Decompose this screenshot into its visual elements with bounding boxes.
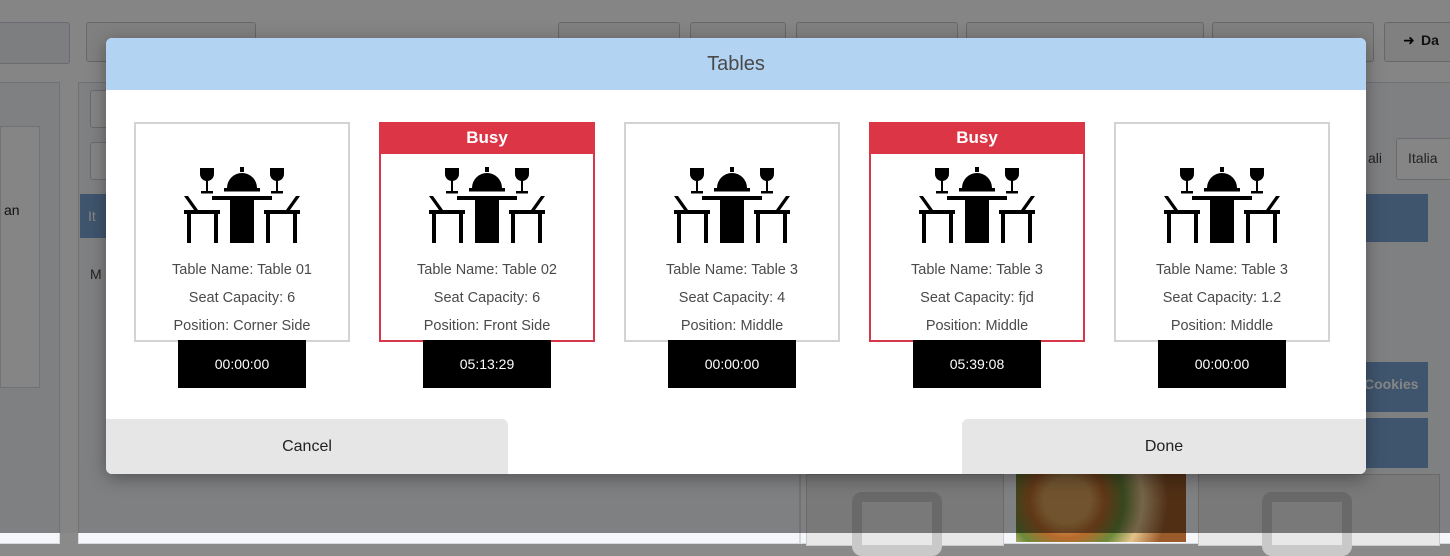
table-name: Table Name: Table 3 (666, 262, 798, 278)
table-name: Table Name: Table 3 (1156, 262, 1288, 278)
table-timer: 00:00:00 (668, 340, 796, 388)
table-list: Table Name: Table 01 Seat Capacity: 6 Po… (106, 122, 1366, 392)
table-name: Table Name: Table 3 (911, 262, 1043, 278)
seat-capacity: Seat Capacity: 4 (678, 290, 786, 306)
table-info: Table Name: Table 02 Seat Capacity: 6 Po… (381, 256, 593, 340)
table-card-box[interactable]: Table Name: Table 01 Seat Capacity: 6 Po… (134, 122, 350, 342)
seat-capacity: Seat Capacity: 1.2 (1162, 290, 1282, 306)
dining-table-icon (1164, 167, 1280, 243)
table-card-box[interactable]: Table Name: Table 3 Seat Capacity: 4 Pos… (624, 122, 840, 342)
modal-title: Tables (707, 52, 765, 75)
dining-table-icon (184, 167, 300, 243)
table-name: Table Name: Table 01 (172, 262, 312, 278)
table-info: Table Name: Table 3 Seat Capacity: 4 Pos… (626, 256, 838, 340)
seat-capacity: Seat Capacity: 6 (433, 290, 541, 306)
table-card-box[interactable]: Busy Table Name: Table 3 Seat Capacity: … (869, 122, 1085, 342)
dining-table-icon (919, 167, 1035, 243)
seat-capacity: Seat Capacity: fjd (920, 290, 1034, 306)
table-card[interactable]: Busy Table Name: Table 02 Seat Capacity:… (379, 122, 595, 388)
tables-modal: Tables Table Name: Table 01 Seat Capacit… (106, 38, 1366, 474)
modal-header: Tables (106, 38, 1366, 90)
table-timer: 05:13:29 (423, 340, 551, 388)
table-card[interactable]: Table Name: Table 3 Seat Capacity: 1.2 P… (1114, 122, 1330, 388)
table-info: Table Name: Table 01 Seat Capacity: 6 Po… (136, 256, 348, 340)
table-position: Position: Corner Side (173, 318, 311, 334)
table-position: Position: Middle (925, 318, 1029, 334)
table-card[interactable]: Table Name: Table 3 Seat Capacity: 4 Pos… (624, 122, 840, 388)
table-timer: 00:00:00 (1158, 340, 1286, 388)
table-card[interactable]: Busy Table Name: Table 3 Seat Capacity: … (869, 122, 1085, 388)
busy-badge: Busy (869, 122, 1085, 154)
table-card-box[interactable]: Busy Table Name: Table 02 Seat Capacity:… (379, 122, 595, 342)
busy-badge: Busy (379, 122, 595, 154)
table-position: Position: Middle (680, 318, 784, 334)
table-card-box[interactable]: Table Name: Table 3 Seat Capacity: 1.2 P… (1114, 122, 1330, 342)
table-position: Position: Middle (1170, 318, 1274, 334)
dining-table-icon (674, 167, 790, 243)
table-timer: 00:00:00 (178, 340, 306, 388)
table-info: Table Name: Table 3 Seat Capacity: 1.2 P… (1116, 256, 1328, 340)
seat-capacity: Seat Capacity: 6 (188, 290, 296, 306)
table-position: Position: Front Side (423, 318, 551, 334)
table-timer: 05:39:08 (913, 340, 1041, 388)
table-info: Table Name: Table 3 Seat Capacity: fjd P… (871, 256, 1083, 340)
table-name: Table Name: Table 02 (417, 262, 557, 278)
dining-table-icon (429, 167, 545, 243)
cancel-button[interactable]: Cancel (106, 419, 508, 474)
done-button[interactable]: Done (962, 419, 1366, 474)
table-card[interactable]: Table Name: Table 01 Seat Capacity: 6 Po… (134, 122, 350, 388)
